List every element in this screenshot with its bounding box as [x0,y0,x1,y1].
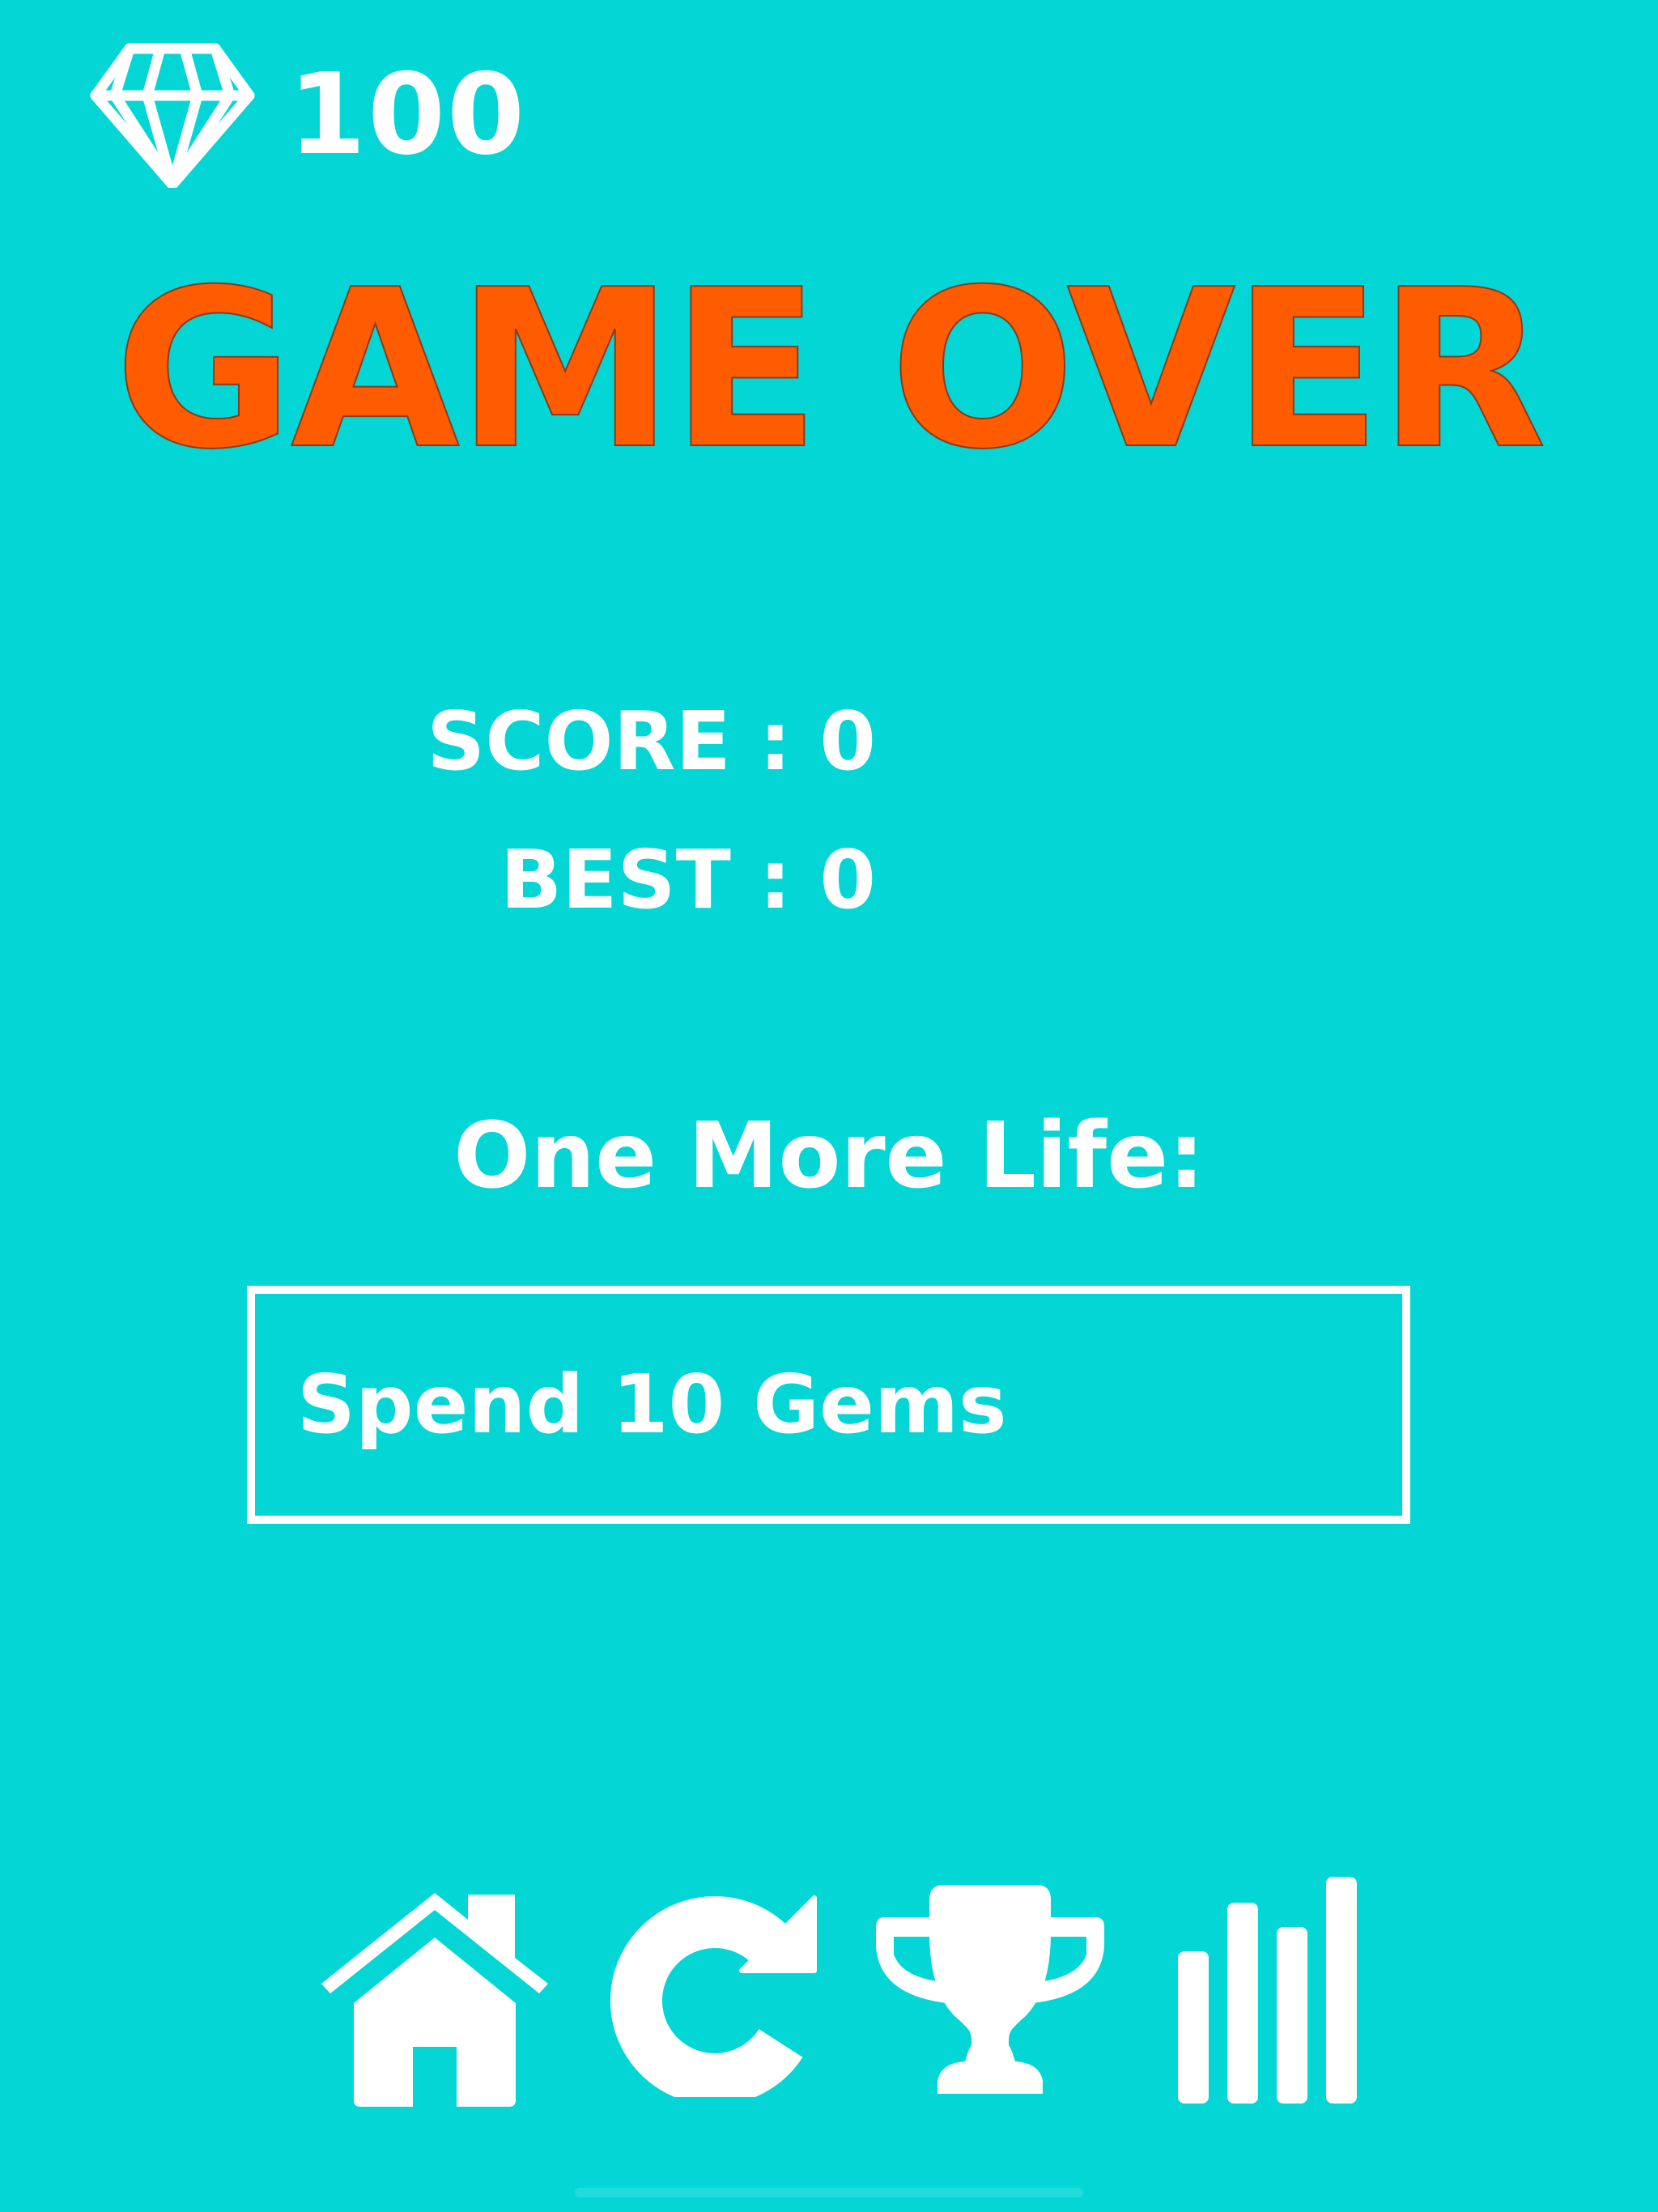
bottom-nav [0,1862,1658,2121]
trophy-icon [876,1885,1104,2094]
best-score-text: BEST : 0 [500,832,876,927]
game-over-title: GAME OVER [113,242,1547,497]
score-text: SCORE : 0 [427,694,876,789]
stats-bars-icon [1178,1877,1357,2104]
spend-gems-button[interactable]: Spend 10 Gems [247,1286,1410,1524]
restart-button[interactable] [606,1885,819,2097]
gem-count: 100 [288,49,527,180]
diamond-gem-icon [90,43,255,188]
spend-gems-label: Spend 10 Gems [297,1357,1007,1452]
leaderboard-button[interactable] [873,1883,1107,2099]
home-icon [321,1893,548,2107]
home-indicator [575,2188,1083,2197]
stats-button[interactable] [1174,1874,1360,2107]
one-more-life-heading: One More Life: [453,1104,1205,1209]
game-over-screen: 100 GAME OVER SCORE : 0 BEST : 0 One Mor… [0,0,1658,2212]
gem-counter: 100 [89,42,526,188]
home-button[interactable] [317,1893,552,2112]
restart-icon [610,1895,817,2097]
